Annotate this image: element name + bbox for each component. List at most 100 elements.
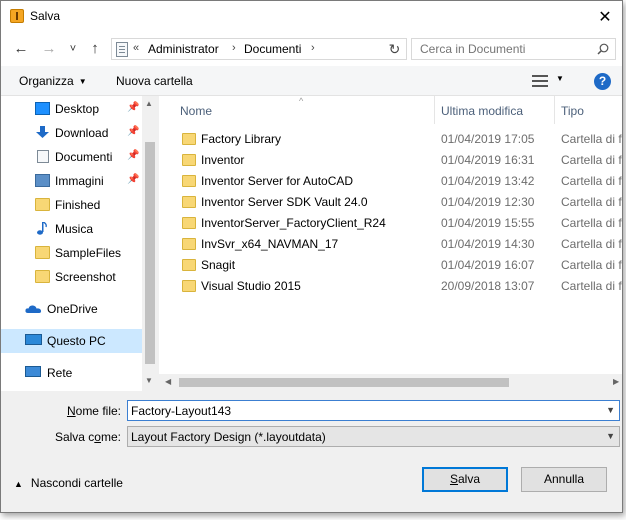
- address-overflow-chevron[interactable]: «: [133, 42, 139, 54]
- folder-icon: [182, 217, 196, 229]
- sidebar-item-desktop[interactable]: Desktop 📌: [1, 97, 142, 121]
- view-options-icon[interactable]: [532, 75, 548, 87]
- address-bar[interactable]: « Administrator › Documenti ›: [111, 38, 406, 60]
- sidebar-item-finished[interactable]: Finished: [1, 193, 142, 217]
- filename-field[interactable]: ▼: [127, 400, 620, 421]
- file-row[interactable]: Inventor 01/04/2019 16:31 Cartella di fi…: [159, 150, 622, 171]
- search-input[interactable]: [412, 39, 582, 59]
- sidebar-item-questo-pc[interactable]: Questo PC: [1, 329, 142, 353]
- music-icon: [37, 222, 47, 235]
- file-type: Cartella di file: [561, 279, 622, 293]
- sidebar-item-musica[interactable]: Musica: [1, 217, 142, 241]
- sidebar-item-label: Rete: [47, 366, 73, 380]
- documents-icon: [37, 150, 49, 163]
- help-icon[interactable]: ?: [594, 73, 611, 90]
- sidebar-item-immagini[interactable]: Immagini 📌: [1, 169, 142, 193]
- column-header-type[interactable]: Tipo: [561, 96, 584, 124]
- close-button[interactable]: ✕: [588, 1, 622, 32]
- scrollbar-thumb[interactable]: [179, 378, 509, 387]
- hide-folders-label: Nascondi cartelle: [30, 476, 123, 490]
- breadcrumb-administrator[interactable]: Administrator: [148, 42, 219, 56]
- breadcrumb-documenti[interactable]: Documenti: [244, 42, 301, 56]
- column-header-modified[interactable]: Ultima modifica: [441, 96, 523, 124]
- refresh-icon[interactable]: ↻: [383, 38, 407, 60]
- save-as-type-select[interactable]: Layout Factory Design (*.layoutdata) ▼: [127, 426, 620, 447]
- save-button[interactable]: Salva: [422, 467, 508, 492]
- file-list: Nome ^ Ultima modifica Tipo Factory Libr…: [158, 96, 622, 391]
- sidebar-item-screenshot[interactable]: Screenshot: [1, 265, 142, 289]
- window-title: Salva: [30, 9, 61, 23]
- file-modified: 01/04/2019 15:55: [441, 216, 535, 230]
- network-icon: [25, 366, 41, 377]
- sidebar-item-documenti[interactable]: Documenti 📌: [1, 145, 142, 169]
- pin-icon[interactable]: 📌: [127, 174, 139, 185]
- file-modified: 01/04/2019 12:30: [441, 195, 535, 209]
- sidebar-item-label: OneDrive: [47, 302, 98, 316]
- back-arrow-icon[interactable]: ←: [11, 39, 31, 59]
- chevron-down-icon[interactable]: ▼: [606, 405, 615, 415]
- column-header-name[interactable]: Nome: [180, 96, 212, 124]
- up-folder-arrow-icon[interactable]: ↑: [85, 39, 105, 59]
- breadcrumb-separator-icon[interactable]: ›: [311, 42, 315, 54]
- dropdown-caret-icon: ▼: [78, 77, 87, 86]
- file-list-scrollbar[interactable]: ◀ ▶: [159, 374, 622, 391]
- file-row[interactable]: Inventor Server SDK Vault 24.0 01/04/201…: [159, 192, 622, 213]
- desktop-icon: [35, 102, 50, 115]
- sort-ascending-icon: ^: [299, 96, 304, 106]
- search-box[interactable]: [411, 38, 616, 60]
- pictures-icon: [35, 174, 50, 187]
- scroll-up-arrow-icon[interactable]: ▲: [145, 99, 153, 108]
- sidebar-item-label: Musica: [55, 222, 94, 236]
- sidebar-item-label: Questo PC: [47, 334, 106, 348]
- file-row[interactable]: Snagit 01/04/2019 16:07 Cartella di file: [159, 255, 622, 276]
- pin-icon[interactable]: 📌: [127, 126, 139, 137]
- scroll-left-arrow-icon[interactable]: ◀: [165, 377, 171, 386]
- sidebar-item-rete[interactable]: Rete: [1, 361, 142, 385]
- hide-folders-toggle[interactable]: ▲ Nascondi cartelle: [14, 476, 123, 490]
- scroll-down-arrow-icon[interactable]: ▼: [145, 376, 153, 385]
- scrollbar-thumb[interactable]: [145, 142, 155, 364]
- column-divider[interactable]: [554, 96, 555, 124]
- chevron-up-icon: ▲: [14, 479, 23, 489]
- sidebar-item-download[interactable]: Download 📌: [1, 121, 142, 145]
- file-type: Cartella di file: [561, 216, 622, 230]
- pin-icon[interactable]: 📌: [127, 150, 139, 161]
- sidebar-item-label: Screenshot: [55, 270, 116, 284]
- file-type: Cartella di file: [561, 153, 622, 167]
- folder-icon: [35, 246, 50, 259]
- file-modified: 01/04/2019 16:31: [441, 153, 535, 167]
- scroll-right-arrow-icon[interactable]: ▶: [613, 377, 619, 386]
- documents-location-icon: [116, 42, 128, 57]
- organize-menu-button[interactable]: Organizza ▼: [19, 74, 87, 88]
- cancel-button[interactable]: Annulla: [521, 467, 607, 492]
- search-icon[interactable]: [597, 43, 609, 55]
- filename-label: Nome file:: [66, 404, 121, 418]
- view-dropdown-caret-icon[interactable]: ▼: [556, 74, 564, 83]
- file-modified: 01/04/2019 17:05: [441, 132, 535, 146]
- sidebar-item-samplefiles[interactable]: SampleFiles: [1, 241, 142, 265]
- folder-icon: [182, 175, 196, 187]
- file-name: Inventor Server SDK Vault 24.0: [201, 195, 368, 209]
- forward-arrow-icon[interactable]: →: [39, 39, 59, 59]
- column-divider[interactable]: [434, 96, 435, 124]
- file-row[interactable]: InvSvr_x64_NAVMAN_17 01/04/2019 14:30 Ca…: [159, 234, 622, 255]
- inventor-app-icon: [10, 9, 24, 23]
- folder-icon: [182, 133, 196, 145]
- file-row[interactable]: Visual Studio 2015 20/09/2018 13:07 Cart…: [159, 276, 622, 297]
- sidebar-item-onedrive[interactable]: OneDrive: [1, 297, 142, 321]
- folder-icon: [182, 280, 196, 292]
- file-type: Cartella di file: [561, 174, 622, 188]
- file-row[interactable]: Factory Library 01/04/2019 17:05 Cartell…: [159, 129, 622, 150]
- recent-locations-chevron-icon[interactable]: ˅: [63, 39, 83, 59]
- file-name: Inventor: [201, 153, 245, 167]
- chevron-down-icon[interactable]: ▼: [606, 431, 615, 441]
- file-row[interactable]: Inventor Server for AutoCAD 01/04/2019 1…: [159, 171, 622, 192]
- file-row[interactable]: InventorServer_FactoryClient_R24 01/04/2…: [159, 213, 622, 234]
- new-folder-button[interactable]: Nuova cartella: [116, 74, 193, 88]
- folder-icon: [182, 259, 196, 271]
- folder-icon: [35, 198, 50, 211]
- breadcrumb-separator-icon[interactable]: ›: [232, 42, 236, 54]
- nav-pane-scrollbar[interactable]: ▲ ▼: [142, 96, 158, 391]
- filename-input[interactable]: [128, 401, 588, 420]
- pin-icon[interactable]: 📌: [127, 102, 139, 113]
